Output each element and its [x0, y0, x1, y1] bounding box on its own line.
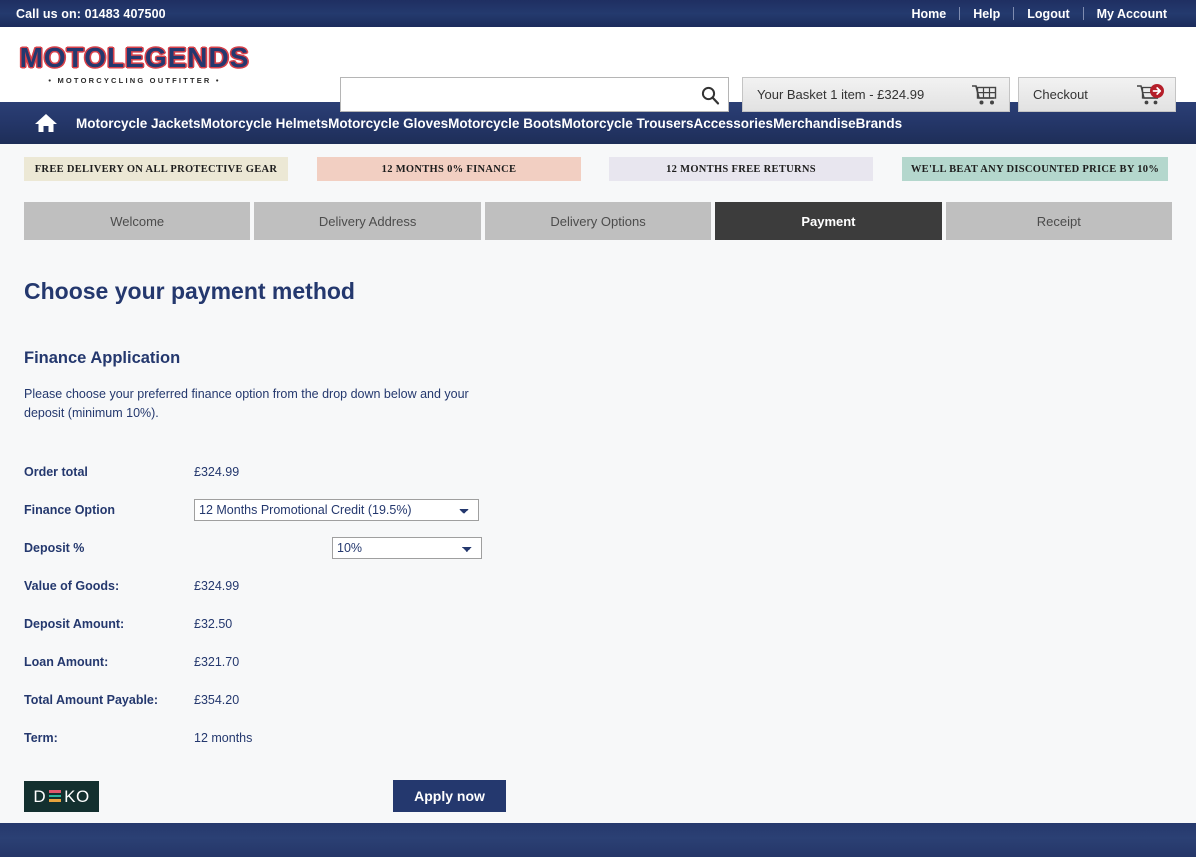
search-icon: [701, 86, 720, 104]
checkout-steps: Welcome Delivery Address Delivery Option…: [0, 202, 1196, 240]
order-total-value: £324.99: [194, 465, 240, 479]
logo-tagline: • MOTORCYCLING OUTFITTER •: [48, 76, 221, 85]
utility-link-home[interactable]: Home: [898, 7, 959, 21]
deko-letter-d: D: [33, 786, 47, 806]
finance-footer-row: D KO Apply now: [24, 779, 1172, 813]
promo-free-delivery: FREE DELIVERY ON ALL PROTECTIVE GEAR: [24, 157, 288, 181]
order-total-label: Order total: [24, 465, 88, 479]
deposit-amount-label: Deposit Amount:: [24, 617, 125, 631]
nav-item-brands[interactable]: Brands: [856, 116, 903, 131]
promo-free-returns: 12 MONTHS FREE RETURNS: [609, 157, 873, 181]
section-title: Finance Application: [24, 349, 181, 367]
utility-links: Home Help Logout My Account: [898, 7, 1180, 21]
promo-finance: 12 MONTHS 0% FINANCE: [317, 157, 581, 181]
basket-label: Your Basket 1 item - £324.99: [757, 87, 925, 102]
site-header: MOTOLEGENDS • MOTORCYCLING OUTFITTER • Y…: [0, 27, 1196, 112]
logo-wordmark: MOTOLEGENDS: [19, 42, 250, 73]
loan-amount-label: Loan Amount:: [24, 655, 109, 669]
total-payable-label: Total Amount Payable:: [24, 693, 159, 707]
cart-arrow-icon: [1135, 83, 1165, 107]
nav-item-motorcycle-helmets[interactable]: Motorcycle Helmets: [201, 116, 329, 131]
row-finance-option: Finance Option 12 Months Promotional Cre…: [24, 491, 1172, 529]
nav-home-link[interactable]: [34, 112, 76, 134]
step-payment[interactable]: Payment: [715, 202, 942, 240]
row-loan-amount: Loan Amount: £321.70: [24, 643, 1172, 681]
home-icon: [35, 114, 57, 132]
site-logo[interactable]: MOTOLEGENDS • MOTORCYCLING OUTFITTER •: [12, 42, 257, 86]
checkout-label: Checkout: [1033, 87, 1088, 102]
finance-form: Order total £324.99 Finance Option 12 Mo…: [24, 453, 1172, 757]
nav-item-motorcycle-gloves[interactable]: Motorcycle Gloves: [328, 116, 448, 131]
main-content: Choose your payment method Finance Appli…: [0, 278, 1196, 813]
search-box: [340, 77, 729, 112]
deposit-percent-label: Deposit %: [24, 541, 85, 555]
value-of-goods-label: Value of Goods:: [24, 579, 120, 593]
promo-banners: FREE DELIVERY ON ALL PROTECTIVE GEAR 12 …: [0, 144, 1196, 194]
nav-item-motorcycle-boots[interactable]: Motorcycle Boots: [448, 116, 561, 131]
step-delivery-options[interactable]: Delivery Options: [484, 202, 712, 240]
phone-number: Call us on: 01483 407500: [16, 6, 166, 21]
finance-option-label: Finance Option: [24, 503, 115, 517]
utility-link-my-account[interactable]: My Account: [1084, 7, 1180, 21]
term-value: 12 months: [194, 731, 253, 745]
row-term: Term: 12 months: [24, 719, 1172, 757]
apply-now-button[interactable]: Apply now: [393, 780, 506, 812]
checkout-button[interactable]: Checkout: [1018, 77, 1176, 112]
utility-link-logout[interactable]: Logout: [1014, 7, 1082, 21]
promo-price-beat: WE'LL BEAT ANY DISCOUNTED PRICE BY 10%: [902, 157, 1168, 181]
step-delivery-address[interactable]: Delivery Address: [254, 202, 481, 240]
nav-item-motorcycle-jackets[interactable]: Motorcycle Jackets: [76, 116, 201, 131]
row-value-of-goods: Value of Goods: £324.99: [24, 567, 1172, 605]
step-welcome[interactable]: Welcome: [24, 202, 251, 240]
finance-option-select[interactable]: 12 Months Promotional Credit (19.5%): [194, 499, 479, 521]
search-button[interactable]: [692, 78, 728, 111]
utility-bar: Call us on: 01483 407500 Home Help Logou…: [0, 0, 1196, 27]
step-receipt[interactable]: Receipt: [945, 202, 1173, 240]
deposit-percent-select[interactable]: 10%: [332, 537, 482, 559]
total-payable-value: £354.20: [194, 693, 240, 707]
term-label: Term:: [24, 731, 58, 745]
nav-item-motorcycle-trousers[interactable]: Motorcycle Trousers: [561, 116, 693, 131]
deko-letter-e-icon: [49, 790, 62, 802]
site-footer: [0, 823, 1196, 857]
nav-item-accessories[interactable]: Accessories: [694, 116, 774, 131]
intro-text: Please choose your preferred finance opt…: [24, 387, 469, 420]
loan-amount-value: £321.70: [194, 655, 240, 669]
deposit-amount-value: £32.50: [194, 617, 233, 631]
row-total-payable: Total Amount Payable: £354.20: [24, 681, 1172, 719]
page-title: Choose your payment method: [24, 278, 355, 304]
cart-icon: [969, 83, 999, 107]
value-of-goods-value: £324.99: [194, 579, 240, 593]
basket-button[interactable]: Your Basket 1 item - £324.99: [742, 77, 1010, 112]
utility-link-help[interactable]: Help: [960, 7, 1013, 21]
search-input[interactable]: [341, 78, 692, 111]
row-deposit-percent: Deposit % 10%: [24, 529, 1172, 567]
row-deposit-amount: Deposit Amount: £32.50: [24, 605, 1172, 643]
row-order-total: Order total £324.99: [24, 453, 1172, 491]
nav-item-merchandise[interactable]: Merchandise: [773, 116, 856, 131]
deko-letter-ko: KO: [64, 786, 90, 806]
deko-logo: D KO: [24, 780, 99, 812]
